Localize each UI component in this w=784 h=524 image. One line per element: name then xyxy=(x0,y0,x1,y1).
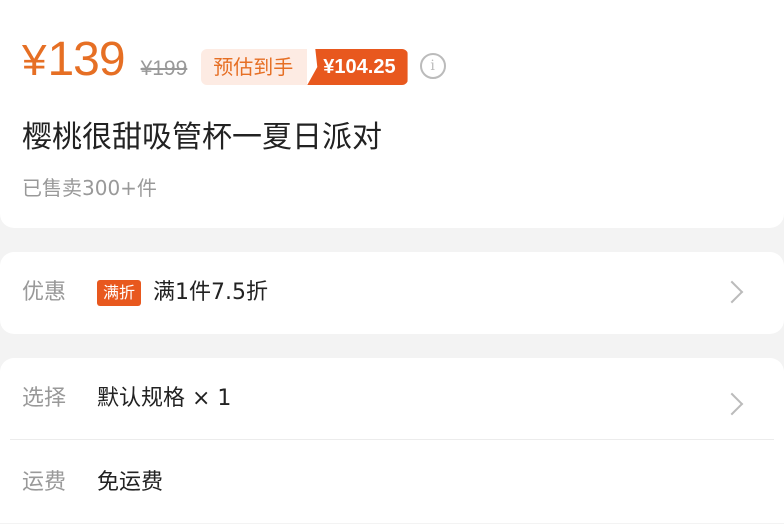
spec-value: 默认规格 × 1 xyxy=(97,386,232,411)
divider xyxy=(10,439,774,440)
info-icon[interactable]: i xyxy=(419,53,446,79)
price-card: ¥139 ¥199 预估到手 ¥104.25 i 樱桃很甜吸管杯一夏日派对 已售… xyxy=(0,0,784,228)
spec-card: 选择 默认规格 × 1 运费 免运费 xyxy=(0,358,784,523)
shipping-row: 运费 免运费 xyxy=(0,442,784,524)
chevron-right-icon xyxy=(720,392,744,416)
original-price: ¥199 xyxy=(140,57,188,80)
promo-badge: 满折 xyxy=(97,280,142,306)
spec-row[interactable]: 选择 默认规格 × 1 xyxy=(0,358,784,440)
promo-label: 优惠 xyxy=(22,280,67,305)
sold-count: 已售卖300+件 xyxy=(22,176,157,200)
price-row: ¥139 ¥199 预估到手 ¥104.25 i xyxy=(22,34,446,87)
promo-row[interactable]: 优惠 满折 满1件7.5折 xyxy=(0,252,784,334)
promo-card: 优惠 满折 满1件7.5折 xyxy=(0,252,784,334)
current-price: ¥139 xyxy=(22,33,126,87)
product-title: 樱桃很甜吸管杯一夏日派对 xyxy=(22,120,382,155)
promo-value: 满折 满1件7.5折 xyxy=(97,252,268,334)
chevron-right-icon xyxy=(720,280,744,304)
estimated-price-tag: 预估到手 ¥104.25 xyxy=(201,49,408,85)
price-value: 139 xyxy=(47,33,125,86)
currency-symbol: ¥ xyxy=(22,36,47,85)
shipping-label: 运费 xyxy=(22,470,67,495)
estimate-value: ¥104.25 xyxy=(307,49,408,85)
spec-label: 选择 xyxy=(22,386,67,411)
promo-text: 满1件7.5折 xyxy=(153,280,269,305)
shipping-value: 免运费 xyxy=(97,470,164,495)
estimate-label: 预估到手 xyxy=(201,49,308,85)
